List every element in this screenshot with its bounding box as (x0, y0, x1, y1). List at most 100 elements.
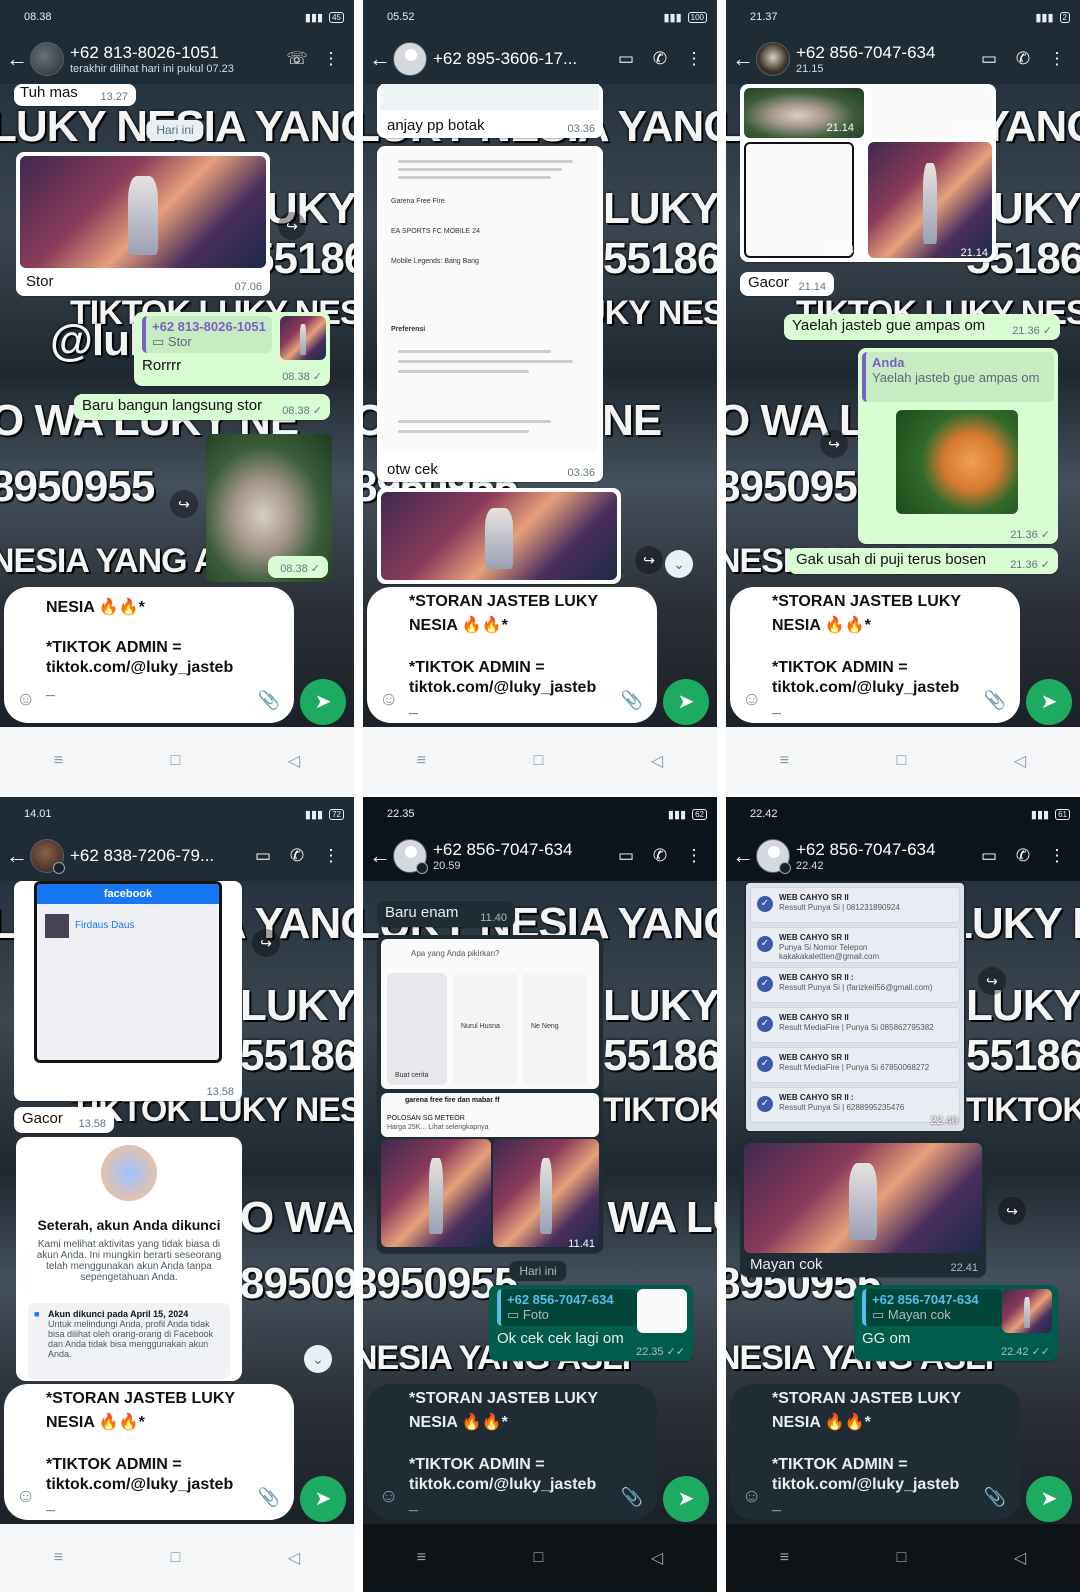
send-button[interactable]: ➤ (300, 1476, 346, 1522)
emoji-icon[interactable]: ☺ (379, 1486, 398, 1508)
image-message[interactable]: Apa yang Anda pikirkan? Buat cerita Nuru… (377, 935, 603, 1253)
message-bubble[interactable]: Tuh mas 13.27 (14, 84, 136, 106)
more-options-icon[interactable]: ⋮ (1040, 846, 1074, 866)
sticker-image[interactable] (896, 410, 1018, 514)
back-arrow-icon[interactable]: ← (732, 843, 754, 869)
message-input[interactable]: *STORAN JASTEB LUKY NESIA 🔥🔥* *TIKTOK AD… (367, 587, 657, 723)
recent-apps-button[interactable]: ≡ (417, 752, 426, 770)
recent-apps-button[interactable]: ≡ (54, 752, 63, 770)
more-options-icon[interactable]: ⋮ (677, 49, 711, 69)
message-bubble[interactable]: Yaelah jasteb gue ampas om 21.36 ✓ (784, 314, 1060, 340)
home-button[interactable]: □ (171, 1549, 181, 1567)
reply-bubble[interactable]: +62 813-8026-1051 ▭ Stor Rorrrr 08.38 ✓ (134, 312, 330, 386)
send-button[interactable]: ➤ (663, 679, 709, 725)
quoted-message[interactable]: +62 813-8026-1051 ▭ Stor (142, 316, 272, 353)
avatar[interactable] (393, 42, 427, 76)
avatar[interactable] (393, 839, 428, 874)
back-button[interactable]: ◁ (651, 751, 663, 771)
voice-call-icon[interactable]: ✆ (1006, 49, 1040, 69)
attach-icon[interactable]: 📎 (258, 1487, 280, 1508)
add-call-icon[interactable]: ☏ (280, 49, 314, 69)
post-image[interactable] (381, 1139, 491, 1247)
video-call-icon[interactable]: ▭ (972, 49, 1006, 69)
game-screenshot-image[interactable] (744, 1143, 982, 1253)
back-arrow-icon[interactable]: ← (6, 46, 28, 72)
more-options-icon[interactable]: ⋮ (677, 846, 711, 866)
image-album-message[interactable]: 21.14 21.14 21.14 21.14 (740, 84, 996, 262)
recent-apps-button[interactable]: ≡ (780, 1549, 789, 1567)
quoted-message[interactable]: +62 856-7047-634 ▭ Foto (497, 1289, 637, 1326)
message-bubble[interactable]: Baru enam 11.40 (377, 901, 515, 927)
settings-screenshot-image[interactable]: Garena Free Fire EA SPORTS FC MOBILE 24 … (381, 150, 599, 452)
back-arrow-icon[interactable]: ← (369, 46, 391, 72)
home-button[interactable]: □ (534, 1549, 544, 1567)
image-message[interactable] (377, 488, 621, 584)
send-button[interactable]: ➤ (1026, 1476, 1072, 1522)
contact-info[interactable]: +62 856-7047-634 21.15 (796, 43, 972, 75)
image-message[interactable]: Stor 07.06 (16, 152, 270, 296)
forward-icon[interactable]: ↪ (278, 212, 306, 240)
message-input[interactable]: *STORAN JASTEB LUKY NESIA 🔥🔥* *TIKTOK AD… (730, 587, 1020, 723)
message-input[interactable]: *STORAN JASTEB LUKY NESIA 🔥🔥* *TIKTOK AD… (367, 1384, 657, 1520)
attach-icon[interactable]: 📎 (621, 1487, 643, 1508)
message-input[interactable]: *STORAN JASTEB LUKY NESIA 🔥🔥* *TIKTOK AD… (730, 1384, 1020, 1520)
post-image[interactable] (493, 1139, 599, 1247)
forward-icon[interactable]: ↪ (170, 490, 198, 518)
forward-icon[interactable]: ↪ (978, 967, 1006, 995)
more-options-icon[interactable]: ⋮ (314, 846, 348, 866)
send-button[interactable]: ➤ (1026, 679, 1072, 725)
message-input[interactable]: *STORAN JASTEB LUKY NESIA 🔥🔥* *TIKTOK AD… (4, 1384, 294, 1520)
send-button[interactable]: ➤ (663, 1476, 709, 1522)
back-button[interactable]: ◁ (288, 751, 300, 771)
quoted-message[interactable]: +62 856-7047-634 ▭ Mayan cok (862, 1289, 1002, 1326)
attach-icon[interactable]: 📎 (621, 690, 643, 711)
sticker-reply-bubble[interactable]: Anda Yaelah jasteb gue ampas om 21.36 ✓ (858, 348, 1058, 544)
facebook-post-header[interactable]: garena free fire dan mabar ff POLOSAN SG… (381, 1093, 599, 1137)
back-button[interactable]: ◁ (651, 1548, 663, 1568)
voice-call-icon[interactable]: ✆ (280, 846, 314, 866)
back-button[interactable]: ◁ (288, 1548, 300, 1568)
reply-bubble[interactable]: +62 856-7047-634 ▭ Foto Ok cek cek lagi … (489, 1285, 693, 1361)
avatar[interactable] (30, 839, 65, 874)
forward-icon[interactable]: ↪ (820, 430, 848, 458)
email-list-screenshot[interactable]: ✓ WEB CAHYO SR II Ressult Punya Si | 08123… (744, 881, 966, 1133)
forward-icon[interactable]: ↪ (252, 929, 280, 957)
emoji-icon[interactable]: ☺ (742, 689, 761, 711)
image-message[interactable]: Garena Free Fire EA SPORTS FC MOBILE 24 … (377, 146, 603, 482)
voice-call-icon[interactable]: ✆ (643, 49, 677, 69)
contact-info[interactable]: +62 813-8026-1051 terakhir dilihat hari … (70, 43, 280, 75)
home-button[interactable]: □ (897, 1549, 907, 1567)
locked-account-screenshot[interactable]: Seterah, akun Anda dikunci Kami melihat … (16, 1137, 242, 1381)
album-image[interactable] (744, 142, 854, 258)
send-button[interactable]: ➤ (300, 679, 346, 725)
contact-info[interactable]: +62 895-3606-17... (433, 49, 609, 69)
forward-icon[interactable]: ↪ (635, 546, 663, 574)
video-call-icon[interactable]: ▭ (972, 846, 1006, 866)
scroll-down-icon[interactable]: ⌄ (665, 550, 693, 578)
contact-info[interactable]: +62 838-7206-79... (70, 846, 246, 866)
avatar[interactable] (30, 42, 64, 76)
recent-apps-button[interactable]: ≡ (417, 1549, 426, 1567)
contact-info[interactable]: +62 856-7047-634 20.59 (433, 840, 609, 872)
video-call-icon[interactable]: ▭ (246, 846, 280, 866)
forward-icon[interactable]: ↪ (998, 1197, 1026, 1225)
back-arrow-icon[interactable]: ← (6, 843, 28, 869)
game-screenshot-image[interactable] (20, 156, 266, 268)
message-bubble[interactable]: Gacor 13.58 (14, 1107, 114, 1133)
recent-apps-button[interactable]: ≡ (54, 1549, 63, 1567)
home-button[interactable]: □ (171, 752, 181, 770)
reply-bubble[interactable]: +62 856-7047-634 ▭ Mayan cok GG om 22.42… (854, 1285, 1058, 1361)
scroll-down-icon[interactable]: ⌄ (304, 1345, 332, 1373)
more-options-icon[interactable]: ⋮ (1040, 49, 1074, 69)
back-arrow-icon[interactable]: ← (369, 843, 391, 869)
back-button[interactable]: ◁ (1014, 1548, 1026, 1568)
home-button[interactable]: □ (897, 752, 907, 770)
emoji-icon[interactable]: ☺ (379, 689, 398, 711)
attach-icon[interactable]: 📎 (984, 1487, 1006, 1508)
message-bubble[interactable]: Gacor 21.14 (740, 272, 834, 296)
avatar[interactable] (756, 42, 790, 76)
emoji-icon[interactable]: ☺ (16, 1486, 35, 1508)
voice-call-icon[interactable]: ✆ (1006, 846, 1040, 866)
message-bubble[interactable]: Gak usah di puji terus bosen 21.36 ✓ (788, 548, 1058, 574)
message-input[interactable]: NESIA 🔥🔥* *TIKTOK ADMIN = tiktok.com/@lu… (4, 587, 294, 723)
